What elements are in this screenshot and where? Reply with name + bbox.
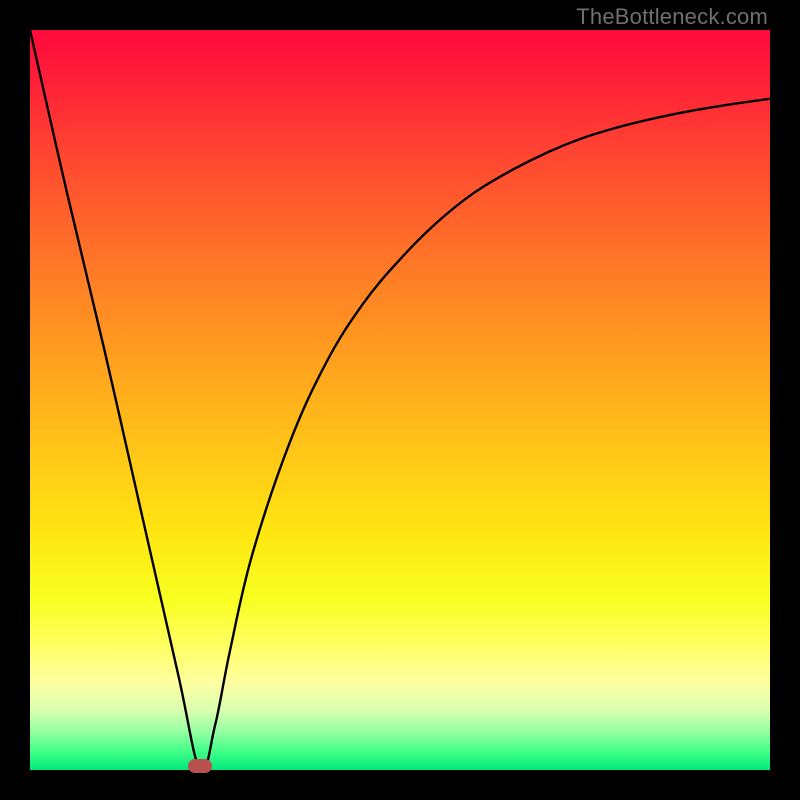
minimum-marker — [188, 759, 212, 773]
heat-gradient — [30, 30, 770, 770]
plot-area — [30, 30, 770, 770]
watermark-text: TheBottleneck.com — [576, 4, 768, 30]
chart-frame: TheBottleneck.com — [0, 0, 800, 800]
